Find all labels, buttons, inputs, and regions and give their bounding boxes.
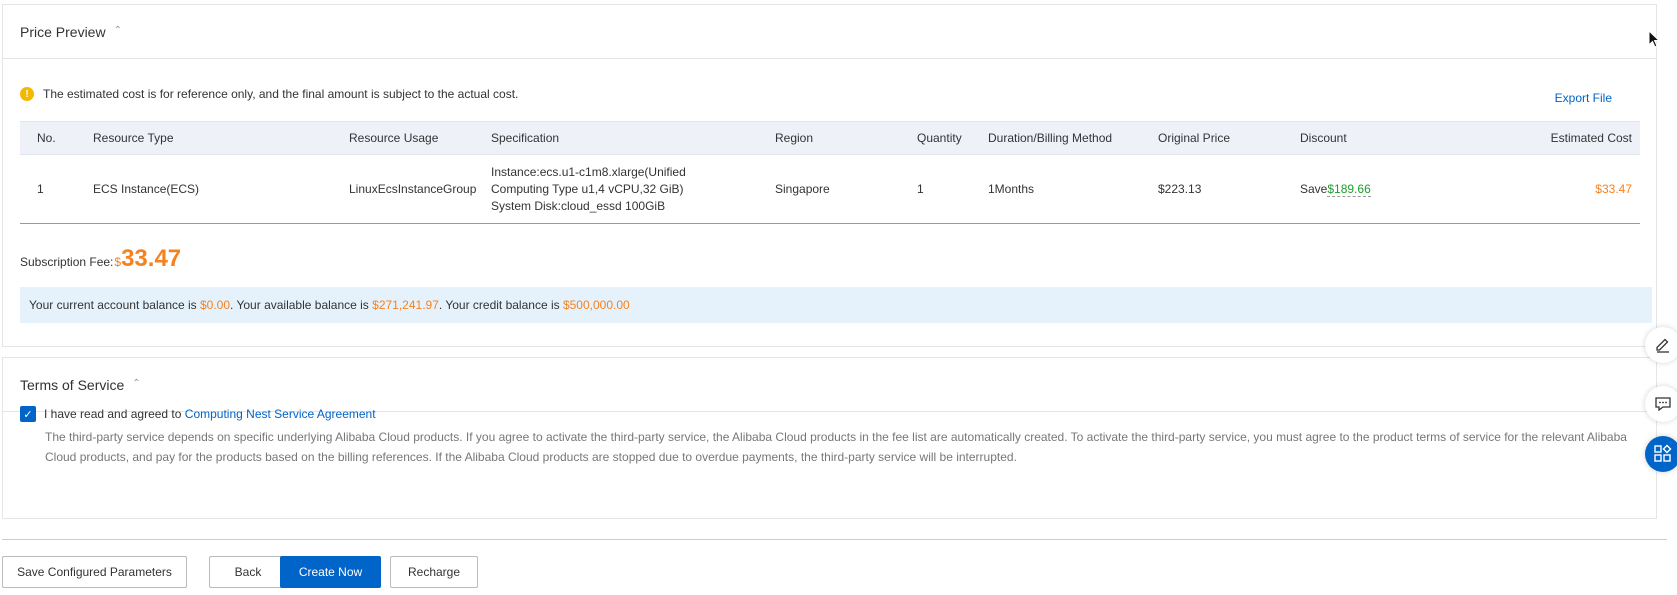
fee-table: No. Resource Type Resource Usage Specifi… xyxy=(20,121,1640,224)
current-balance: $0.00 xyxy=(200,298,231,312)
cell-quantity: 1 xyxy=(917,154,988,224)
edit-icon[interactable] xyxy=(1645,327,1677,363)
cell-estimated-cost: $33.47 xyxy=(1500,154,1640,224)
subscription-fee-currency: $ xyxy=(114,255,122,269)
table-header-row: No. Resource Type Resource Usage Specifi… xyxy=(20,121,1640,155)
available-balance: $271,241.97 xyxy=(372,298,439,312)
cell-region: Singapore xyxy=(775,154,917,224)
balance-text: Your current account balance is xyxy=(29,298,200,312)
agreement-row: ✓ I have read and agreed to Computing Ne… xyxy=(20,406,376,422)
collapse-caret-icon[interactable]: ⌃ xyxy=(114,25,122,36)
cell-resource-usage: LinuxEcsInstanceGroup xyxy=(349,154,491,224)
terms-header[interactable]: Terms of Service ⌃ xyxy=(3,358,1656,412)
terms-panel: Terms of Service ⌃ ✓ I have read and agr… xyxy=(2,357,1657,519)
cost-notice: ! The estimated cost is for reference on… xyxy=(20,87,518,101)
col-resource-type: Resource Type xyxy=(93,121,349,155)
col-quantity: Quantity xyxy=(917,121,988,155)
terms-description: The third-party service depends on speci… xyxy=(45,430,1627,464)
footer-divider xyxy=(2,539,1667,540)
table-row: 1 ECS Instance(ECS) LinuxEcsInstanceGrou… xyxy=(20,154,1640,224)
col-duration: Duration/Billing Method xyxy=(988,121,1158,155)
cell-specification: Instance:ecs.u1-c1m8.xlarge(Unified Comp… xyxy=(491,154,775,224)
col-specification: Specification xyxy=(491,121,775,155)
pencil-icon xyxy=(1656,338,1669,353)
cell-original-price: $223.13 xyxy=(1158,154,1300,224)
subscription-fee-label: Subscription Fee: xyxy=(20,255,114,269)
col-estimated-cost: Estimated Cost xyxy=(1500,121,1640,155)
grid-icon xyxy=(1654,444,1672,462)
spec-line: Instance:ecs.u1-c1m8.xlarge(Unified xyxy=(491,164,686,179)
warning-icon: ! xyxy=(20,87,34,101)
agreement-checkbox[interactable]: ✓ xyxy=(20,406,36,422)
discount-amount[interactable]: $189.66 xyxy=(1327,181,1371,197)
balance-text: . Your available balance is xyxy=(230,298,373,312)
col-resource-usage: Resource Usage xyxy=(349,121,491,155)
balance-text: . Your credit balance is xyxy=(438,298,563,312)
apps-icon[interactable] xyxy=(1645,436,1677,472)
export-file-link[interactable]: Export File xyxy=(1555,91,1612,105)
credit-balance: $500,000.00 xyxy=(562,298,630,312)
save-configured-parameters-button[interactable]: Save Configured Parameters xyxy=(2,556,187,588)
col-discount: Discount xyxy=(1300,121,1500,155)
price-preview-title: Price Preview xyxy=(20,23,106,40)
notice-text: The estimated cost is for reference only… xyxy=(43,87,519,101)
discount-prefix: Save xyxy=(1300,181,1328,196)
cell-no: 1 xyxy=(20,154,93,224)
chat-icon xyxy=(1655,397,1671,412)
col-original-price: Original Price xyxy=(1158,121,1300,155)
feedback-icon[interactable] xyxy=(1645,386,1677,422)
cell-duration: 1Months xyxy=(988,154,1158,224)
estimated-cost-value: $33.47 xyxy=(1595,181,1632,196)
spec-line: System Disk:cloud_essd 100GiB xyxy=(491,198,666,213)
back-button[interactable]: Back xyxy=(209,556,287,588)
cell-resource-type: ECS Instance(ECS) xyxy=(93,154,349,224)
create-now-button[interactable]: Create Now xyxy=(280,556,381,588)
price-preview-header[interactable]: Price Preview ⌃ xyxy=(3,5,1656,59)
service-agreement-link[interactable]: Computing Nest Service Agreement xyxy=(185,407,376,421)
cell-discount: Save$189.66 xyxy=(1300,154,1500,224)
resource-usage-value: LinuxEcsInstanceGroup xyxy=(349,181,477,196)
recharge-button[interactable]: Recharge xyxy=(390,556,478,588)
agreement-text: I have read and agreed to Computing Nest… xyxy=(44,407,376,421)
spec-line: Computing Type u1,4 vCPU,32 GiB) xyxy=(491,181,684,196)
collapse-caret-icon[interactable]: ⌃ xyxy=(132,378,140,389)
balance-banner: Your current account balance is $0.00 . … xyxy=(20,287,1652,323)
price-preview-panel: Price Preview ⌃ ! The estimated cost is … xyxy=(2,4,1657,347)
col-region: Region xyxy=(775,121,917,155)
terms-title: Terms of Service xyxy=(20,376,125,393)
mouse-cursor-icon xyxy=(1648,30,1660,48)
agreement-prefix: I have read and agreed to xyxy=(44,407,185,421)
col-no: No. xyxy=(20,121,93,155)
subscription-fee-amount: 33.47 xyxy=(121,245,182,272)
subscription-fee: Subscription Fee: $ 33.47 xyxy=(20,245,181,273)
